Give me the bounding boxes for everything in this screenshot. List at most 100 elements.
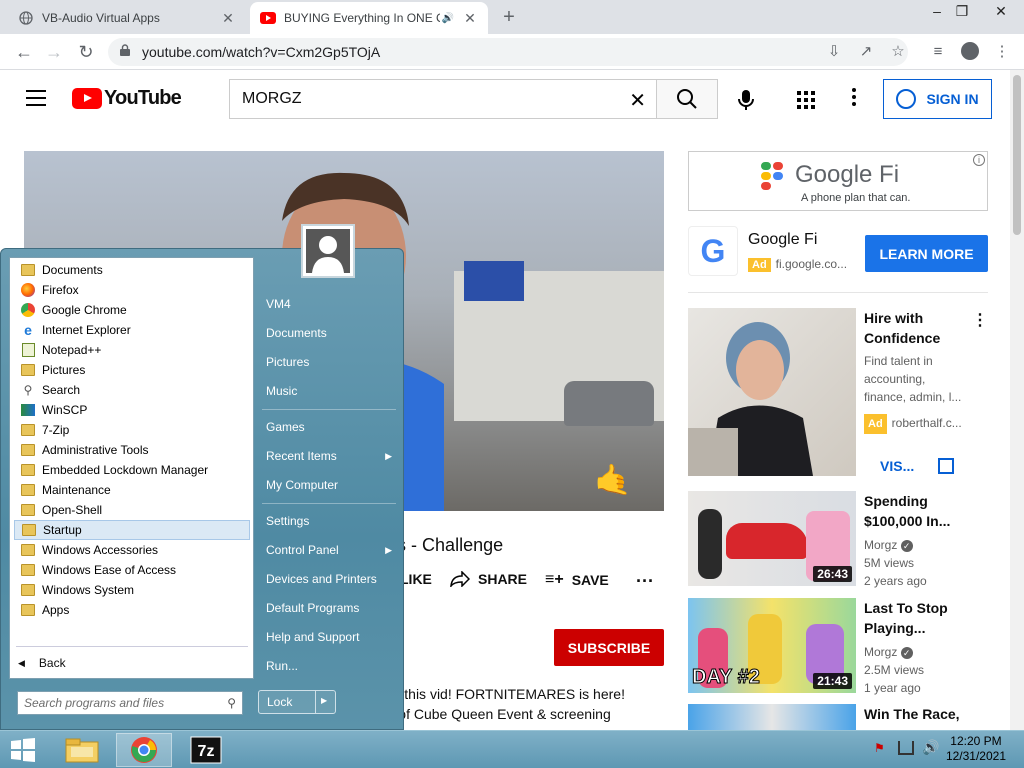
start-item-search[interactable]: ⚲ Search (14, 380, 250, 400)
settings-kebab-icon[interactable] (850, 88, 858, 110)
related-thumbnail-win-the-race[interactable] (688, 704, 856, 730)
start-item-embedded-lockdown-manager[interactable]: Embedded Lockdown Manager (14, 460, 250, 480)
tray-volume-icon[interactable]: 🔊 (922, 739, 939, 756)
start-item-internet-explorer[interactable]: e Internet Explorer (14, 320, 250, 340)
start-item-windows-system[interactable]: Windows System (14, 580, 250, 600)
bookmark-star-icon[interactable]: ☆ (888, 42, 908, 62)
share-arrow-icon (450, 571, 470, 587)
start-item-firefox[interactable]: Firefox (14, 280, 250, 300)
forward-button[interactable]: → (42, 40, 66, 64)
more-actions-icon[interactable]: ··· (636, 571, 654, 592)
start-item-open-shell[interactable]: Open-Shell (14, 500, 250, 520)
start-right-recent-items[interactable]: Recent Items ▶ (258, 445, 398, 467)
tab-vb-audio[interactable]: VB-Audio Virtual Apps ✕ (8, 2, 246, 34)
start-search-input[interactable]: Search programs and files ⚲ (17, 691, 243, 715)
start-right-control-panel[interactable]: Control Panel ▶ (258, 539, 398, 561)
clock-date: 12/31/2021 (945, 749, 1006, 763)
start-item-documents[interactable]: Documents (14, 260, 250, 280)
apps-grid-icon[interactable] (797, 91, 815, 109)
chrome-menu-icon[interactable]: ⋮ (992, 42, 1012, 62)
clear-search-icon[interactable]: ✕ (629, 88, 646, 113)
tray-flag-icon[interactable]: ⚑ (874, 741, 888, 755)
related-thumbnail-roberthalf[interactable] (688, 308, 856, 476)
address-bar[interactable]: youtube.com/watch?v=Cxm2Gp5TOjA (108, 38, 908, 66)
share-button[interactable]: SHARE (450, 571, 527, 587)
related-title[interactable]: Win The Race, (864, 704, 974, 724)
close-window-button[interactable]: ✕ (984, 0, 1018, 24)
start-item-pictures[interactable]: Pictures (14, 360, 250, 380)
item-label: VM4 (266, 297, 291, 311)
start-item-apps[interactable]: Apps (14, 600, 250, 620)
close-tab-icon[interactable]: ✕ (462, 10, 478, 27)
related-menu-icon[interactable]: ⋮ (972, 310, 988, 330)
start-right-devices-and-printers[interactable]: Devices and Printers (258, 568, 398, 590)
youtube-logo[interactable]: YouTube (72, 87, 182, 110)
subscribe-button[interactable]: SUBSCRIBE (554, 629, 664, 666)
start-right-settings[interactable]: Settings (258, 510, 398, 532)
page-scrollbar[interactable] (1010, 70, 1024, 730)
tray-network-icon[interactable] (898, 741, 914, 755)
back-button[interactable]: ← (12, 40, 36, 64)
start-right-documents[interactable]: Documents (258, 322, 398, 344)
close-tab-icon[interactable]: ✕ (220, 10, 236, 27)
tab-youtube[interactable]: BUYING Everything In ONE C 🔊 ✕ (250, 2, 488, 34)
share-icon[interactable]: ↗ (856, 42, 876, 62)
search-button[interactable] (656, 79, 718, 119)
visit-site-button[interactable]: VIS... (880, 458, 955, 474)
microphone-icon[interactable] (734, 88, 758, 112)
chrome-icon (20, 302, 36, 318)
ad-info-icon[interactable]: i (973, 154, 985, 166)
related-thumbnail-last-to-stop[interactable]: DAY #2 21:43 (688, 598, 856, 693)
start-item-winscp[interactable]: WinSCP (14, 400, 250, 420)
start-item-startup[interactable]: Startup (14, 520, 250, 540)
like-button[interactable]: LIKE (400, 571, 432, 587)
start-right-pictures[interactable]: Pictures (258, 351, 398, 373)
install-icon[interactable]: ⇩ (824, 42, 844, 62)
item-label: Settings (266, 514, 310, 528)
related-thumbnail-spending[interactable]: 26:43 (688, 491, 856, 586)
system-clock[interactable]: 12:20 PM 12/31/2021 (946, 734, 1006, 764)
scrollbar-thumb[interactable] (1013, 75, 1021, 235)
tab-title: BUYING Everything In ONE C (284, 11, 440, 25)
save-button[interactable]: ≡+ SAVE (545, 571, 609, 589)
taskbar-chrome[interactable] (116, 733, 172, 767)
google-fi-banner-ad[interactable]: i Google Fi A phone plan that can. (688, 151, 988, 211)
lock-options-arrow-icon[interactable]: ▶ (321, 696, 327, 705)
start-item-google-chrome[interactable]: Google Chrome (14, 300, 250, 320)
learn-more-button[interactable]: LEARN MORE (865, 235, 988, 272)
profile-icon[interactable] (960, 42, 980, 62)
related-title[interactable]: Hire with Confidence (864, 308, 974, 348)
start-right-vm4[interactable]: VM4 (258, 293, 398, 315)
media-queue-icon[interactable]: ≡ (928, 42, 948, 62)
new-tab-button[interactable]: + (498, 6, 520, 29)
related-title[interactable]: Spending $100,000 In... (864, 491, 974, 531)
start-item-maintenance[interactable]: Maintenance (14, 480, 250, 500)
user-avatar[interactable] (301, 224, 355, 278)
back-button[interactable]: ◀ Back (18, 656, 66, 670)
start-right-default-programs[interactable]: Default Programs (258, 597, 398, 619)
related-title[interactable]: Last To Stop Playing... (864, 598, 974, 638)
sign-in-button[interactable]: SIGN IN (883, 79, 992, 119)
search-input[interactable]: MORGZ ✕ (229, 79, 656, 119)
start-right-games[interactable]: Games (258, 416, 398, 438)
start-item-windows-accessories[interactable]: Windows Accessories (14, 540, 250, 560)
start-item-windows-ease-of-access[interactable]: Windows Ease of Access (14, 560, 250, 580)
speaker-icon[interactable]: 🔊 (440, 13, 456, 24)
taskbar-7zip[interactable]: 7z (178, 733, 234, 767)
start-right-my-computer[interactable]: My Computer (258, 474, 398, 496)
start-right-run[interactable]: Run... (258, 655, 398, 677)
menu-icon[interactable] (26, 90, 46, 106)
divider (688, 292, 988, 293)
lock-button[interactable]: Lock ▶ (258, 690, 336, 714)
folder-icon (20, 502, 36, 518)
maximize-button[interactable]: ❐ (945, 0, 979, 24)
channel-watermark-icon[interactable]: 🤙 (594, 463, 638, 503)
start-item-administrative-tools[interactable]: Administrative Tools (14, 440, 250, 460)
start-item-notepad-plus-plus[interactable]: Notepad++ (14, 340, 250, 360)
windows-start-button[interactable] (8, 737, 38, 763)
start-right-help-and-support[interactable]: Help and Support (258, 626, 398, 648)
start-item-7zip[interactable]: 7-Zip (14, 420, 250, 440)
start-right-music[interactable]: Music (258, 380, 398, 402)
taskbar-file-explorer[interactable] (54, 733, 110, 767)
reload-button[interactable]: ↻ (74, 40, 98, 64)
